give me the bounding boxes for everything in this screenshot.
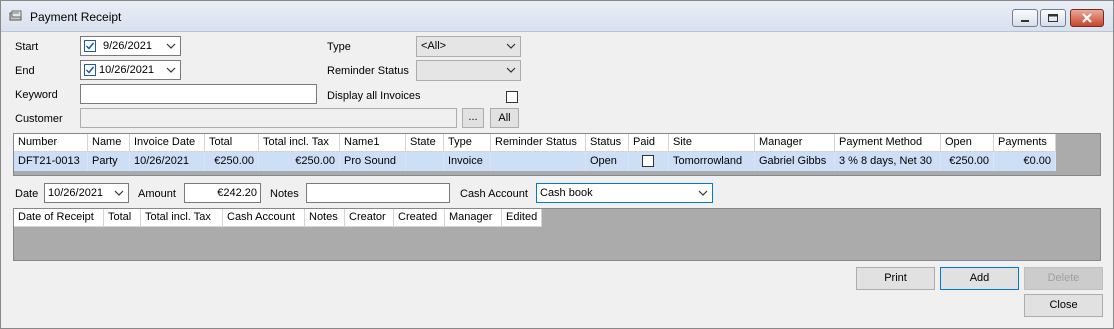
cash-account-label: Cash Account [460, 188, 528, 200]
receipt-column-header[interactable]: Cash Account [223, 209, 305, 227]
type-value: <All> [421, 40, 447, 52]
receipt-column-header[interactable]: Date of Receipt [14, 209, 104, 227]
invoice-cell[interactable]: Pro Sound [340, 152, 406, 171]
chevron-down-icon[interactable] [114, 189, 124, 197]
invoice-column-header[interactable]: Status [586, 134, 629, 152]
maximize-icon [1048, 14, 1058, 22]
payment-date-value: 10/26/2021 [48, 187, 104, 199]
invoice-cell[interactable] [406, 152, 444, 171]
start-label: Start [15, 41, 39, 53]
receipt-column-header[interactable]: Created [394, 209, 445, 227]
close-icon [1082, 13, 1092, 23]
reminder-status-select[interactable] [416, 60, 521, 81]
all-customers-button[interactable]: All [490, 108, 519, 128]
browse-customer-button[interactable]: ... [462, 108, 484, 128]
type-label: Type [327, 41, 351, 53]
end-date-picker[interactable]: 10/26/2021 [80, 60, 181, 80]
minimize-button[interactable] [1012, 9, 1038, 27]
invoice-column-header[interactable]: Name [88, 134, 130, 152]
invoice-cell[interactable] [491, 152, 586, 171]
maximize-button[interactable] [1040, 9, 1066, 27]
invoice-cell[interactable]: €250.00 [205, 152, 259, 171]
invoice-column-header[interactable]: State [406, 134, 444, 152]
start-date-value: 9/26/2021 [103, 40, 152, 52]
invoice-column-header[interactable]: Site [669, 134, 755, 152]
start-date-picker[interactable]: 9/26/2021 [80, 36, 181, 56]
invoice-cell[interactable] [629, 152, 669, 171]
display-all-invoices-checkbox[interactable] [506, 91, 518, 103]
invoice-cell[interactable]: 10/26/2021 [130, 152, 205, 171]
receipt-column-header[interactable]: Total incl. Tax [141, 209, 223, 227]
checkbox-checked-icon[interactable] [84, 40, 96, 52]
invoice-cell[interactable]: Open [586, 152, 629, 171]
delete-button[interactable]: Delete [1024, 267, 1103, 290]
invoice-cell[interactable]: Party [88, 152, 130, 171]
invoice-column-header[interactable]: Reminder Status [491, 134, 586, 152]
chevron-down-icon [506, 67, 516, 73]
title-bar[interactable]: Payment Receipt [1, 1, 1113, 32]
amount-input[interactable]: €242.20 [184, 183, 261, 203]
invoice-column-header[interactable]: Payments [994, 134, 1056, 152]
minimize-icon [1021, 20, 1029, 22]
amount-value: €242.20 [217, 187, 257, 199]
invoice-column-header[interactable]: Paid [629, 134, 669, 152]
close-button[interactable]: Close [1024, 294, 1103, 317]
invoice-column-header[interactable]: Payment Method [835, 134, 941, 152]
chevron-down-icon [506, 43, 516, 49]
invoice-column-header[interactable]: Name1 [340, 134, 406, 152]
chevron-down-icon[interactable] [166, 66, 176, 74]
chevron-down-icon[interactable] [166, 42, 176, 50]
invoice-cell[interactable]: Invoice [444, 152, 491, 171]
receipt-column-header[interactable]: Notes [305, 209, 345, 227]
payment-receipt-window: Payment Receipt Start 9/26/2021 End 10/2… [0, 0, 1114, 329]
payment-date-picker[interactable]: 10/26/2021 [44, 183, 129, 203]
invoice-cell[interactable]: Gabriel Gibbs [755, 152, 835, 171]
keyword-input[interactable] [80, 84, 317, 104]
reminder-status-label: Reminder Status [327, 65, 409, 77]
type-select[interactable]: <All> [416, 36, 521, 57]
invoice-cell[interactable]: €0.00 [994, 152, 1056, 171]
invoices-grid[interactable]: Number DFT21-0013 Name Party Invoice Date 10/… [13, 133, 1101, 176]
app-icon [9, 10, 22, 21]
receipt-column-header[interactable]: Manager [445, 209, 502, 227]
invoice-cell[interactable]: DFT21-0013 [14, 152, 88, 171]
print-button[interactable]: Print [856, 267, 935, 290]
invoice-column-header[interactable]: Total [205, 134, 259, 152]
invoice-cell[interactable]: €250.00 [941, 152, 994, 171]
receipt-column-header[interactable]: Total [104, 209, 141, 227]
invoice-cell[interactable]: 3 % 8 days, Net 30 [835, 152, 941, 171]
chevron-down-icon[interactable] [698, 189, 708, 197]
receipts-grid[interactable]: Date of Receipt Total Total incl. Tax Cash … [13, 208, 1101, 261]
window-title: Payment Receipt [30, 10, 122, 24]
notes-input[interactable] [306, 183, 450, 203]
notes-label: Notes [270, 188, 299, 200]
customer-label: Customer [15, 113, 63, 125]
invoice-column-header[interactable]: Invoice Date [130, 134, 205, 152]
receipt-column-header[interactable]: Edited [502, 209, 542, 227]
amount-label: Amount [138, 188, 176, 200]
invoice-column-header[interactable]: Number [14, 134, 88, 152]
add-button[interactable]: Add [940, 267, 1019, 290]
invoice-column-header[interactable]: Total incl. Tax [259, 134, 340, 152]
invoice-column-header[interactable]: Open [941, 134, 994, 152]
cash-account-select[interactable]: Cash book [536, 183, 713, 203]
end-label: End [15, 65, 35, 77]
display-all-invoices-label: Display all Invoices [327, 90, 421, 102]
customer-input[interactable] [80, 108, 457, 128]
checkbox-checked-icon[interactable] [84, 64, 96, 76]
receipt-column-header[interactable]: Creator [345, 209, 394, 227]
close-window-button[interactable] [1070, 9, 1104, 27]
invoice-column-header[interactable]: Type [444, 134, 491, 152]
keyword-label: Keyword [15, 89, 58, 101]
paid-checkbox[interactable] [642, 155, 654, 167]
invoice-cell[interactable]: €250.00 [259, 152, 340, 171]
invoice-cell[interactable]: Tomorrowland [669, 152, 755, 171]
cash-account-value: Cash book [540, 187, 593, 199]
date-label: Date [15, 188, 39, 200]
end-date-value: 10/26/2021 [99, 64, 155, 76]
invoice-column-header[interactable]: Manager [755, 134, 835, 152]
